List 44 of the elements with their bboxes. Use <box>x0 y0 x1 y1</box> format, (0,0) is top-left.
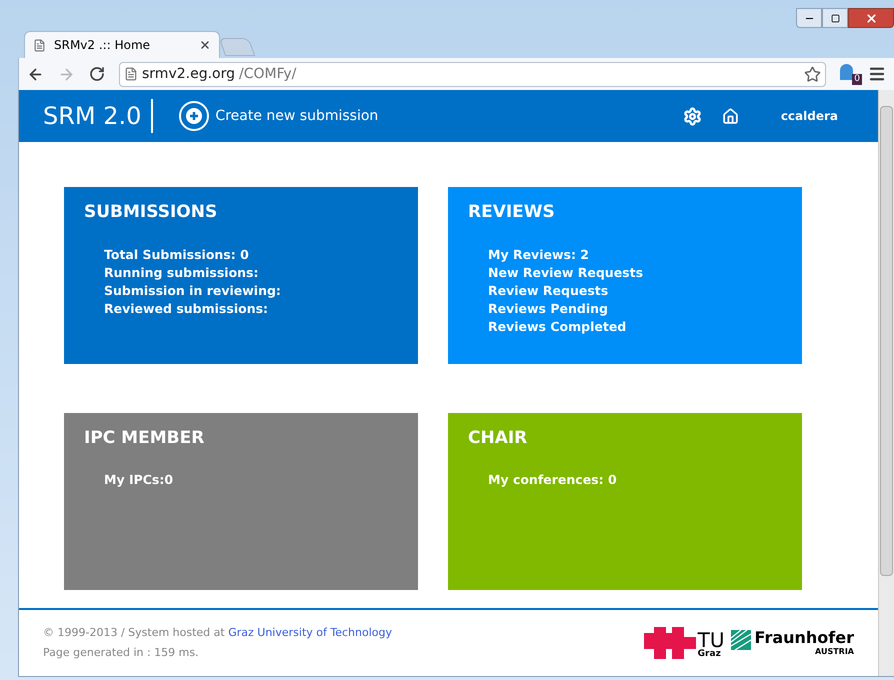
settings-icon[interactable] <box>682 106 702 126</box>
fraunhofer-logo-text: Fraunhofer <box>754 630 854 646</box>
plus-icon <box>186 108 202 124</box>
card-link[interactable]: Submission in reviewing: <box>104 282 398 300</box>
card-title: CHAIR <box>468 426 528 450</box>
card-link[interactable]: Review Requests <box>488 282 782 300</box>
reload-icon[interactable] <box>89 66 105 82</box>
tu-logo-text: TU <box>698 630 725 650</box>
browser-tab[interactable]: SRMv2 .:: Home <box>24 31 220 58</box>
maximize-icon <box>830 14 840 22</box>
tu-graz-text: Graz <box>698 650 722 659</box>
card-link[interactable]: Reviews Pending <box>488 300 782 318</box>
close-button[interactable] <box>848 8 894 28</box>
card-link[interactable]: Running submissions: <box>104 264 398 282</box>
generated-text: Page generated in : 159 ms. <box>43 645 200 661</box>
close-icon <box>864 12 878 24</box>
home-icon[interactable] <box>722 108 739 124</box>
card-title: IPC MEMBER <box>84 426 206 450</box>
card-link[interactable]: Reviewed submissions: <box>104 300 398 318</box>
card-link[interactable]: Reviews Completed <box>488 318 782 336</box>
austria-text: AUSTRIA <box>815 648 854 656</box>
extension-button[interactable]: 0 <box>840 63 862 85</box>
address-bar[interactable]: srmv2.eg.org /COMFy/ <box>119 62 826 86</box>
back-icon[interactable] <box>27 66 44 82</box>
menu-icon[interactable] <box>868 65 886 83</box>
user-link[interactable]: ccaldera <box>780 107 838 125</box>
card-link[interactable]: My Reviews: 2 <box>488 246 782 264</box>
page-icon <box>124 67 138 81</box>
card-link[interactable]: New Review Requests <box>488 264 782 282</box>
host-link[interactable]: Graz University of Technology <box>228 626 392 638</box>
app-logo: SRM 2.0 <box>43 99 154 133</box>
create-submission-button[interactable]: Create new submission <box>179 101 378 131</box>
close-icon[interactable] <box>199 39 211 51</box>
card-title: SUBMISSIONS <box>84 201 218 224</box>
fraunhofer-mark-icon <box>730 630 751 650</box>
card-link[interactable]: My IPCs:0 <box>104 471 398 489</box>
tu-graz-mark-icon <box>644 627 696 659</box>
bookmark-star-icon[interactable] <box>804 66 821 82</box>
maximize-button[interactable] <box>822 8 848 28</box>
page-icon <box>33 38 46 52</box>
copyright-text: © 1999-2013 / System hosted at <box>43 626 225 638</box>
card-title: REVIEWS <box>468 201 556 224</box>
extension-badge: 0 <box>852 74 862 85</box>
card-link[interactable]: Total Submissions: 0 <box>104 246 398 264</box>
